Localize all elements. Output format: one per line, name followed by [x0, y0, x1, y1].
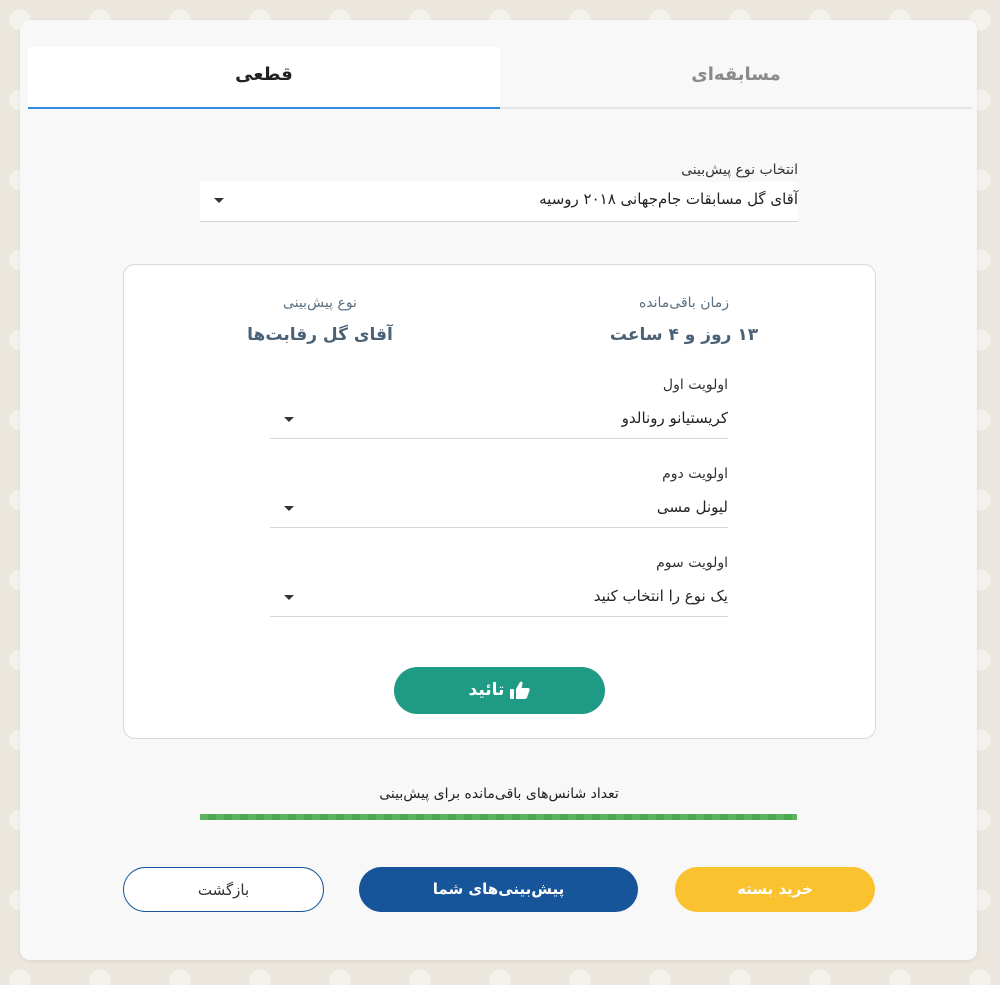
thumbs-up-icon	[510, 681, 531, 699]
remaining-time-value: ۱۳ روز و ۴ ساعت	[609, 325, 759, 345]
prediction-type-select[interactable]: آقای گل مسابقات جام‌جهانی ۲۰۱۸ روسیه	[200, 182, 798, 222]
priority-1-label: اولویت اول	[662, 377, 728, 393]
remaining-chances-fill	[200, 814, 797, 820]
priority-2-select[interactable]: لیونل مسی	[270, 490, 728, 528]
buy-package-button[interactable]: خرید بسته	[675, 867, 875, 912]
priority-3-select[interactable]: یک نوع را انتخاب کنید	[270, 579, 728, 617]
priority-1-select[interactable]: کریستیانو رونالدو	[270, 401, 728, 439]
caret-down-icon	[284, 417, 294, 422]
prediction-kind-value: آقای گل رقابت‌ها	[247, 325, 393, 345]
remaining-time-label: زمان باقی‌مانده	[638, 295, 730, 311]
remaining-time: زمان باقی‌مانده ۱۳ روز و ۴ ساعت	[609, 295, 759, 345]
prediction-card: مسابقه‌ای قطعی انتخاب نوع پیش‌بینی آقای …	[20, 20, 977, 960]
back-button[interactable]: بازگشت	[123, 867, 324, 912]
tab-bar: مسابقه‌ای قطعی	[28, 47, 972, 109]
caret-down-icon	[214, 198, 224, 203]
caret-down-icon	[284, 595, 294, 600]
prediction-form-panel: زمان باقی‌مانده ۱۳ روز و ۴ ساعت نوع پیش‌…	[123, 264, 876, 739]
priority-2-value: لیونل مسی	[656, 498, 728, 516]
priority-2-label: اولویت دوم	[662, 466, 728, 482]
priority-2-field: اولویت دوم لیونل مسی	[270, 466, 728, 528]
priority-1-value: کریستیانو رونالدو	[621, 409, 728, 427]
tab-definite[interactable]: قطعی	[28, 47, 500, 109]
remaining-chances-label: تعداد شانس‌های باقی‌مانده برای پیش‌بینی	[379, 786, 619, 802]
prediction-kind: نوع پیش‌بینی آقای گل رقابت‌ها	[240, 295, 400, 345]
prediction-kind-label: نوع پیش‌بینی	[283, 295, 357, 311]
confirm-button[interactable]: تائید	[394, 667, 605, 714]
caret-down-icon	[284, 506, 294, 511]
remaining-chances-bar	[200, 814, 797, 820]
confirm-label: تائید	[468, 680, 505, 700]
priority-3-field: اولویت سوم یک نوع را انتخاب کنید	[270, 555, 728, 617]
priority-3-value: یک نوع را انتخاب کنید	[593, 587, 728, 605]
prediction-type-label: انتخاب نوع پیش‌بینی	[681, 162, 798, 178]
prediction-type-value: آقای گل مسابقات جام‌جهانی ۲۰۱۸ روسیه	[539, 190, 798, 208]
my-predictions-button[interactable]: پیش‌بینی‌های شما	[359, 867, 638, 912]
prediction-type-field: انتخاب نوع پیش‌بینی آقای گل مسابقات جام‌…	[200, 162, 798, 222]
tab-competition[interactable]: مسابقه‌ای	[500, 47, 972, 109]
priority-3-label: اولویت سوم	[656, 555, 728, 571]
priority-1-field: اولویت اول کریستیانو رونالدو	[270, 377, 728, 439]
